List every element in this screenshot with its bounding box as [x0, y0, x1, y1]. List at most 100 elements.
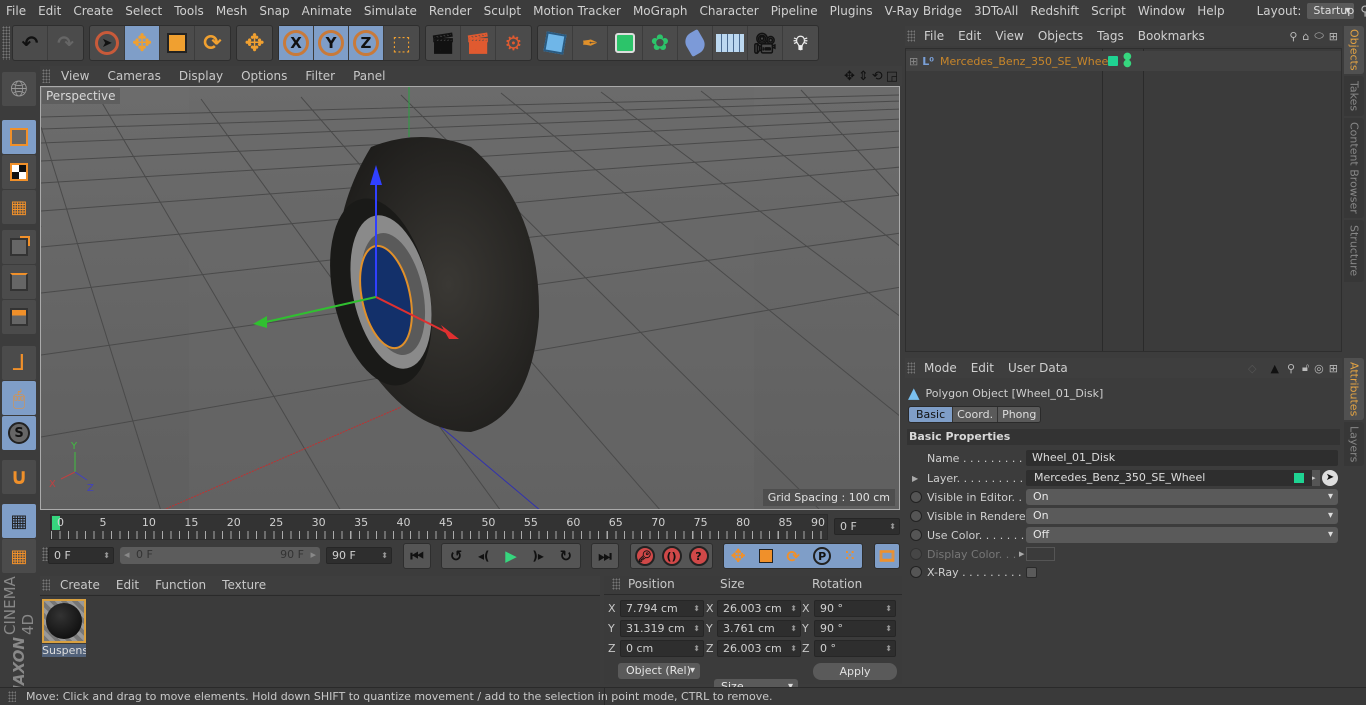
menu-file[interactable]: File: [0, 4, 32, 18]
go-to-start-button[interactable]: ⏮: [403, 543, 431, 569]
spinner-icon[interactable]: ⬍: [693, 641, 700, 657]
lock-workplane-button[interactable]: ▦: [2, 504, 36, 538]
menu-simulate[interactable]: Simulate: [358, 4, 423, 18]
object-name[interactable]: Mercedes_Benz_350_SE_Wheel: [940, 55, 1111, 68]
cube-button[interactable]: [538, 26, 573, 60]
pick-layer-icon[interactable]: ➤: [1322, 470, 1338, 486]
back-arrow-icon[interactable]: ◇: [1248, 362, 1256, 375]
search-icon[interactable]: ⚲: [1289, 30, 1297, 43]
menu-plugins[interactable]: Plugins: [824, 4, 879, 18]
viewport-menu-view[interactable]: View: [52, 69, 98, 83]
tab-structure[interactable]: Structure: [1344, 220, 1364, 282]
status-grip[interactable]: [8, 691, 16, 702]
viewport-menu-panel[interactable]: Panel: [344, 69, 394, 83]
keyframe-selection-icon[interactable]: ?: [688, 546, 709, 566]
new-panel-icon[interactable]: ⊞: [1329, 362, 1338, 375]
timeline-ruler[interactable]: 0 5 10 15 20 25 30 35 40 45 50 55 60 65 70 75 80 85 90: [50, 514, 828, 540]
new-panel-icon[interactable]: ⊞: [1329, 30, 1338, 43]
camera-button[interactable]: 🎥︎: [748, 26, 783, 60]
tab-phong[interactable]: Phong: [997, 407, 1041, 422]
spinner-icon[interactable]: ⬍: [693, 621, 700, 637]
om-menu-bookmarks[interactable]: Bookmarks: [1131, 29, 1212, 43]
am-menu-user-data[interactable]: User Data: [1001, 361, 1075, 375]
menu-pipeline[interactable]: Pipeline: [765, 4, 824, 18]
menu-render[interactable]: Render: [423, 4, 478, 18]
undo-button[interactable]: ↶: [13, 26, 48, 60]
expand-icon[interactable]: ⊞: [909, 55, 918, 68]
tab-layers[interactable]: Layers: [1344, 422, 1364, 466]
om-menu-objects[interactable]: Objects: [1031, 29, 1090, 43]
spinner-icon[interactable]: ⬍: [885, 621, 892, 637]
spinner-icon[interactable]: ⬍: [885, 601, 892, 617]
z-axis-lock-button[interactable]: Z: [349, 26, 384, 60]
home-icon[interactable]: ⌂: [1302, 30, 1309, 43]
record-pla-icon[interactable]: ⁙: [844, 549, 855, 564]
layer-field[interactable]: Mercedes_Benz_350_SE_Wheel: [1026, 470, 1314, 486]
recent-tool-button[interactable]: ✥: [237, 26, 272, 60]
3d-viewport[interactable]: Y X Z Grid Spacing : 100 cm: [40, 86, 900, 510]
redo-button[interactable]: ↷: [48, 26, 83, 60]
layer-color-swatch[interactable]: [1108, 56, 1118, 66]
object-manager-grip[interactable]: [907, 30, 915, 42]
size-z-field[interactable]: 26.003 cm ⬍: [717, 640, 801, 657]
visibility-dots-icon[interactable]: ● ●: [1123, 52, 1132, 69]
timeline-window-button[interactable]: 🎞︎: [874, 543, 900, 569]
menu-tools[interactable]: Tools: [168, 4, 210, 18]
viewport-menu-filter[interactable]: Filter: [296, 69, 344, 83]
tab-coord[interactable]: Coord.: [952, 407, 998, 422]
spinner-icon[interactable]: ⬍: [889, 519, 896, 535]
menu-help[interactable]: Help: [1191, 4, 1230, 18]
layer-menu-arrow-icon[interactable]: ▸: [1312, 470, 1320, 486]
move-tool-button[interactable]: ✥: [125, 26, 160, 60]
record-active-objects-icon[interactable]: 🔑︎: [634, 546, 655, 566]
search-icon[interactable]: ⚲: [1360, 4, 1366, 19]
lock-icon[interactable]: 🔓︎: [1302, 361, 1309, 375]
make-editable-button[interactable]: 🌐︎: [2, 72, 36, 106]
am-menu-edit[interactable]: Edit: [964, 361, 1001, 375]
menu-mesh[interactable]: Mesh: [210, 4, 254, 18]
next-frame-icon[interactable]: )▸: [532, 549, 544, 563]
rotation-y-field[interactable]: 90 ° ⬍: [814, 620, 896, 637]
tweak-mode-button[interactable]: 🖱︎: [2, 381, 36, 415]
menu-redshift[interactable]: Redshift: [1024, 4, 1085, 18]
menu-vray-bridge[interactable]: V-Ray Bridge: [879, 4, 968, 18]
menu-motion-tracker[interactable]: Motion Tracker: [527, 4, 627, 18]
coordinate-system-button[interactable]: ⬚: [384, 26, 419, 60]
play-icon[interactable]: ▶: [505, 547, 517, 565]
rotation-x-field[interactable]: 90 ° ⬍: [814, 600, 896, 617]
tab-objects[interactable]: Objects: [1344, 26, 1364, 74]
render-view-button[interactable]: 🎬︎: [426, 26, 461, 60]
menu-sculpt[interactable]: Sculpt: [478, 4, 527, 18]
material-menu-texture[interactable]: Texture: [214, 578, 274, 592]
menu-window[interactable]: Window: [1132, 4, 1191, 18]
toolbar-grip[interactable]: [2, 26, 10, 60]
camera-label[interactable]: Perspective: [42, 88, 120, 104]
texture-mode-button[interactable]: [2, 155, 36, 189]
target-icon[interactable]: ◎: [1314, 362, 1324, 375]
size-x-field[interactable]: 26.003 cm ⬍: [717, 600, 801, 617]
autokeying-icon[interactable]: (): [661, 546, 682, 566]
position-z-field[interactable]: 0 cm ⬍: [620, 640, 704, 657]
snap-settings-button[interactable]: S: [2, 416, 36, 450]
animate-radio[interactable]: [910, 491, 922, 503]
menu-edit[interactable]: Edit: [32, 4, 67, 18]
animate-radio[interactable]: [910, 529, 922, 541]
record-position-icon[interactable]: ✥: [731, 546, 746, 567]
tab-attributes[interactable]: Attributes: [1344, 358, 1364, 420]
record-scale-icon[interactable]: [759, 549, 774, 563]
viewport-menu-cameras[interactable]: Cameras: [98, 69, 169, 83]
visible-editor-select[interactable]: On: [1026, 489, 1338, 505]
enable-snap-button[interactable]: ∪: [2, 460, 36, 494]
expand-arrow-icon[interactable]: ▶: [912, 474, 918, 483]
visible-renderer-select[interactable]: On: [1026, 508, 1338, 524]
menu-animate[interactable]: Animate: [296, 4, 358, 18]
render-settings-button[interactable]: ⚙: [496, 26, 531, 60]
animate-radio[interactable]: [910, 566, 922, 578]
coordinates-grip[interactable]: [612, 578, 620, 590]
viewport-grip[interactable]: [42, 69, 50, 83]
range-right-arrow-icon[interactable]: ▸: [310, 547, 316, 563]
position-y-field[interactable]: 31.319 cm ⬍: [620, 620, 704, 637]
menu-script[interactable]: Script: [1085, 4, 1132, 18]
coordinate-mode-select[interactable]: Object (Rel): [618, 663, 700, 679]
record-rotation-icon[interactable]: ⟳: [786, 547, 799, 566]
